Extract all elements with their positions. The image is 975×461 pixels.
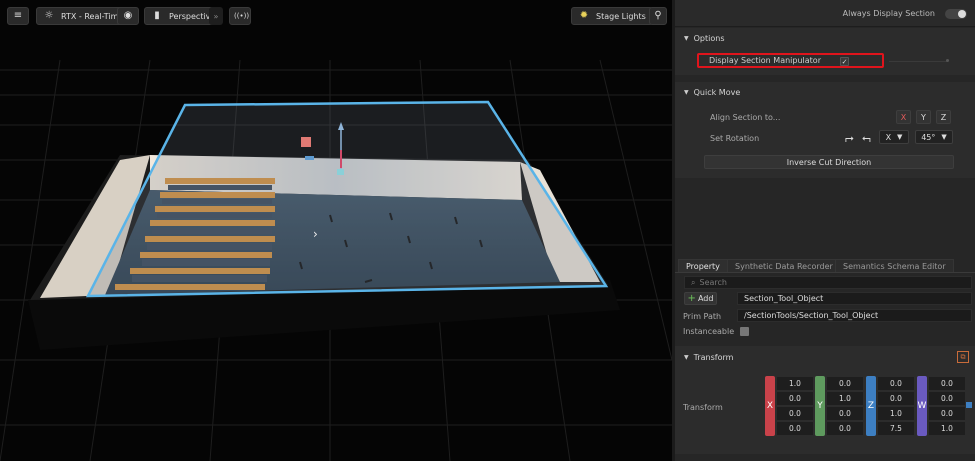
matrix-cell-w-1[interactable]: 0.0: [929, 392, 965, 405]
prim-path-field[interactable]: /SectionTools/Section_Tool_Object: [737, 309, 972, 322]
set-rotation-label: Set Rotation: [710, 134, 760, 143]
instanceable-checkbox[interactable]: [740, 327, 749, 336]
tab-property[interactable]: Property: [678, 259, 728, 273]
renderer-label: RTX - Real-Time: [61, 11, 124, 21]
stage-lights-menu[interactable]: ✹ Stage Lights: [571, 7, 653, 25]
options-divider: [889, 61, 947, 62]
axis-y-label: Y: [815, 376, 825, 436]
matrix-cell-z-3[interactable]: 7.5: [878, 422, 914, 435]
location-pin-button[interactable]: ⚲: [649, 7, 667, 25]
transform-title: Transform: [693, 352, 734, 362]
matrix-cell-z-0[interactable]: 0.0: [878, 377, 914, 390]
expand-triangle-icon: ▼: [684, 88, 689, 96]
matrix-cell-z-1[interactable]: 0.0: [878, 392, 914, 405]
svg-text:›: ›: [313, 227, 318, 241]
display-section-manipulator-label: Display Section Manipulator: [709, 56, 821, 65]
matrix-cell-y-1[interactable]: 1.0: [827, 392, 863, 405]
always-display-section-label: Always Display Section: [842, 9, 935, 18]
align-z-button[interactable]: Z: [936, 110, 951, 124]
rotate-cw-icon[interactable]: ⮣: [845, 131, 857, 144]
matrix-link-handle[interactable]: [966, 402, 972, 408]
camera-chevron: »: [209, 7, 223, 25]
viewport[interactable]: › ≡ ☼ RTX - Real-Time ◉ ▮ Perspective » …: [0, 0, 672, 461]
rotation-axis-value: X: [885, 132, 892, 142]
stage-lights-label: Stage Lights: [596, 11, 646, 21]
plus-icon: +: [687, 293, 696, 304]
search-input[interactable]: ⌕ Search: [684, 276, 972, 289]
quick-move-title: Quick Move: [693, 87, 741, 97]
sun-icon: ✹: [579, 10, 589, 21]
visibility-menu[interactable]: ◉: [117, 7, 139, 25]
inverse-cut-direction-button[interactable]: Inverse Cut Direction: [704, 155, 954, 169]
rotation-axis-select[interactable]: X ▼: [879, 130, 909, 144]
options-header[interactable]: ▼ Options: [684, 31, 725, 45]
chevron-down-icon: ▼: [897, 133, 903, 141]
sliders-icon: ≡: [13, 10, 23, 21]
axis-z-label: Z: [866, 376, 876, 436]
tab-semantics-schema-editor[interactable]: Semantics Schema Editor: [835, 259, 954, 273]
matrix-cell-x-3[interactable]: 0.0: [777, 422, 813, 435]
rotation-angle-select[interactable]: 45° ▼: [915, 130, 953, 144]
rotation-angle-value: 45°: [921, 132, 936, 142]
add-label: Add: [697, 294, 714, 303]
viewport-settings-button[interactable]: ≡: [7, 7, 29, 25]
transform-row-label: Transform: [683, 403, 723, 412]
transform-header[interactable]: ▼ Transform: [684, 350, 733, 364]
panel-header: Always Display Section: [675, 0, 975, 27]
matrix-cell-y-3[interactable]: 0.0: [827, 422, 863, 435]
search-placeholder: Search: [699, 278, 727, 287]
rotate-ccw-icon[interactable]: ⮢: [862, 131, 874, 144]
search-icon: ⌕: [691, 278, 696, 287]
align-x-button[interactable]: X: [896, 110, 911, 124]
transform-options-icon[interactable]: ⧉: [957, 351, 969, 363]
viewport-scene: ›: [0, 59, 672, 461]
options-title: Options: [693, 33, 725, 43]
align-y-button[interactable]: Y: [916, 110, 931, 124]
always-display-section-toggle[interactable]: [945, 9, 967, 19]
chevron-down-icon: ▼: [941, 133, 947, 141]
tab-synthetic-data-recorder[interactable]: Synthetic Data Recorder: [727, 259, 841, 273]
expand-triangle-icon: ▼: [684, 353, 689, 361]
object-name-field[interactable]: Section_Tool_Object: [737, 292, 972, 305]
broadcast-button[interactable]: ((•)): [229, 7, 251, 25]
align-section-label: Align Section to...: [710, 113, 781, 122]
broadcast-icon: ((•)): [234, 12, 250, 20]
tabs-divider: [675, 272, 975, 273]
matrix-cell-x-2[interactable]: 0.0: [777, 407, 813, 420]
prim-path-label: Prim Path: [683, 312, 722, 321]
camera-icon: ▮: [154, 10, 160, 21]
instanceable-label: Instanceable: [683, 327, 735, 336]
matrix-cell-w-0[interactable]: 0.0: [929, 377, 965, 390]
matrix-cell-y-2[interactable]: 0.0: [827, 407, 863, 420]
expand-triangle-icon: ▼: [684, 34, 689, 42]
matrix-cell-x-1[interactable]: 0.0: [777, 392, 813, 405]
matrix-cell-y-0[interactable]: 0.0: [827, 377, 863, 390]
lightbulb-icon: ☼: [44, 10, 54, 21]
display-section-manipulator-checkbox[interactable]: ✓: [840, 57, 849, 66]
axis-w-label: W: [917, 376, 927, 436]
add-button[interactable]: + Add: [684, 292, 717, 305]
transform-section: ▼ Transform ⧉ Transform X 1.0 0.0 0.0 0.0 Y 0.…: [675, 346, 975, 454]
quick-move-section: ▼ Quick Move Align Section to... X Y Z S…: [675, 82, 975, 178]
matrix-cell-z-2[interactable]: 1.0: [878, 407, 914, 420]
matrix-cell-x-0[interactable]: 1.0: [777, 377, 813, 390]
axis-x-label: X: [765, 376, 775, 436]
options-section: ▼ Options Display Section Manipulator ✓: [675, 28, 975, 75]
quick-move-header[interactable]: ▼ Quick Move: [684, 85, 740, 99]
options-dot: [946, 59, 949, 62]
eye-icon: ◉: [123, 10, 133, 21]
matrix-cell-w-2[interactable]: 0.0: [929, 407, 965, 420]
matrix-cell-w-3[interactable]: 1.0: [929, 422, 965, 435]
pin-icon: ⚲: [654, 10, 662, 21]
section-tool-panel: Always Display Section ▼ Options Display…: [672, 0, 975, 461]
